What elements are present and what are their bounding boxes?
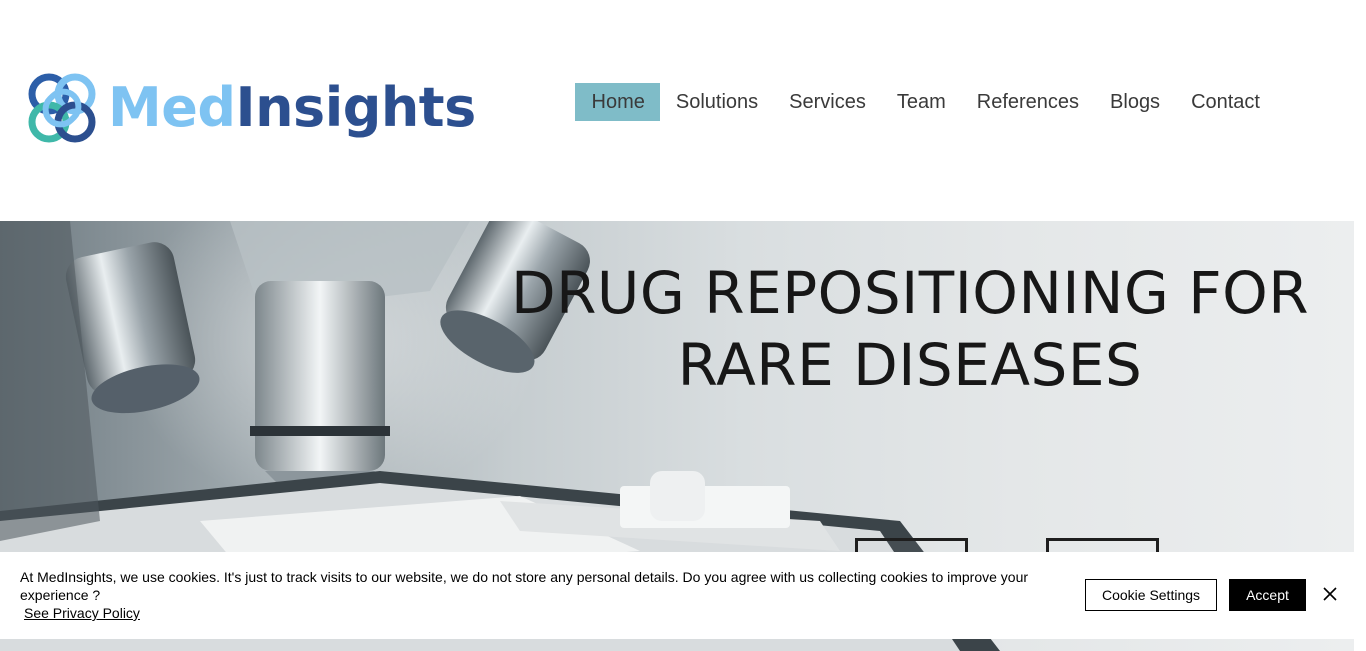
privacy-policy-link[interactable]: See Privacy Policy (24, 604, 140, 622)
close-icon[interactable] (1320, 584, 1340, 604)
nav-item-services[interactable]: Services (774, 83, 882, 121)
brand-name-part1: Med (108, 76, 236, 139)
nav-item-team[interactable]: Team (881, 83, 961, 121)
brand-logo[interactable]: MedInsights (26, 70, 476, 146)
hero-title-line1: DRUG REPOSITIONING FOR (510, 259, 1310, 327)
nav-item-solutions[interactable]: Solutions (660, 83, 773, 121)
cookie-banner: At MedInsights, we use cookies. It's jus… (0, 552, 1354, 639)
brand-name-part2: Insights (235, 76, 477, 139)
hero-title-line2: RARE DISEASES (677, 331, 1143, 399)
interlocking-rings-logo-icon (28, 73, 96, 143)
site-header: MedInsights Home Solutions Services Team… (0, 0, 1354, 221)
cookie-settings-button[interactable]: Cookie Settings (1085, 579, 1217, 611)
cookie-message: At MedInsights, we use cookies. It's jus… (20, 569, 1029, 603)
main-nav: Home Solutions Services Team References … (575, 83, 1276, 121)
scrollbar-track[interactable] (1354, 0, 1366, 651)
accept-cookies-button[interactable]: Accept (1229, 579, 1306, 611)
brand-wordmark: MedInsights (108, 70, 476, 146)
hero-title: DRUG REPOSITIONING FOR RARE DISEASES (510, 257, 1310, 401)
nav-item-blogs[interactable]: Blogs (1095, 83, 1176, 121)
nav-item-home[interactable]: Home (575, 83, 661, 121)
nav-item-references[interactable]: References (961, 83, 1094, 121)
nav-item-contact[interactable]: Contact (1176, 83, 1276, 121)
